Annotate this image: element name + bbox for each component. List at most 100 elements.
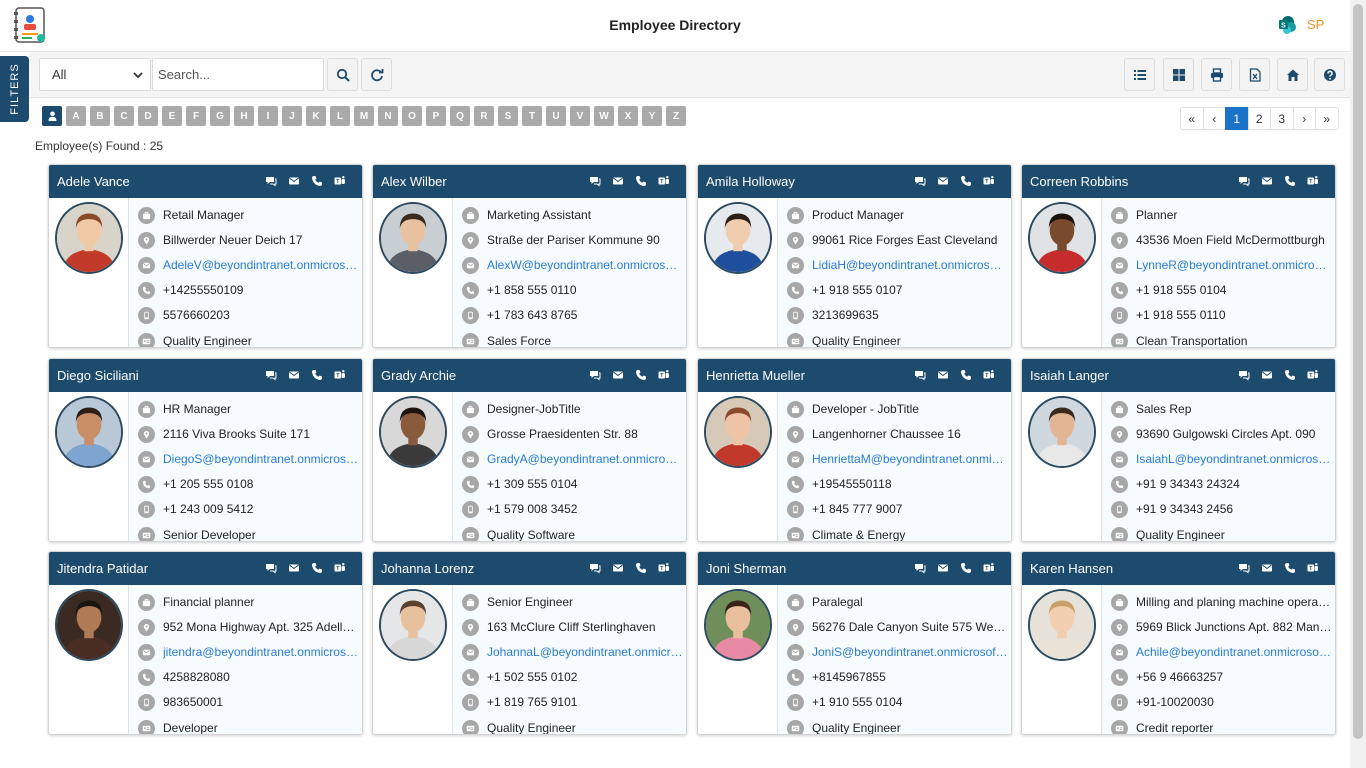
alpha-g-button[interactable]: G [210,106,230,126]
teams-icon[interactable]: T [334,562,346,574]
employee-name[interactable]: Henrietta Mueller [706,368,805,383]
email-text[interactable]: HenriettaM@beyondintranet.onmicrosoft.co… [812,452,1008,466]
alpha-m-button[interactable]: M [354,106,374,126]
print-button[interactable] [1201,58,1232,91]
teams-icon[interactable]: T [1307,369,1319,381]
mail-icon[interactable] [937,175,949,187]
alpha-f-button[interactable]: F [186,106,206,126]
page-last-button[interactable]: » [1315,107,1339,130]
call-icon[interactable] [635,369,647,381]
page-prev-button[interactable]: ‹ [1202,107,1226,130]
call-icon[interactable] [635,562,647,574]
scroll-thumb[interactable] [1353,4,1363,739]
email-text[interactable]: DiegoS@beyondintranet.onmicrosoft.com [163,452,359,466]
alpha-h-button[interactable]: H [234,106,254,126]
employee-name[interactable]: Jitendra Patidar [57,561,148,576]
teams-icon[interactable]: T [1307,562,1319,574]
alpha-j-button[interactable]: J [282,106,302,126]
alpha-p-button[interactable]: P [426,106,446,126]
refresh-button[interactable] [361,58,392,91]
chat-icon[interactable] [265,369,277,381]
employee-name[interactable]: Johanna Lorenz [381,561,474,576]
filter-select[interactable]: All [39,58,151,91]
alpha-e-button[interactable]: E [162,106,182,126]
alpha-o-button[interactable]: O [402,106,422,126]
chat-icon[interactable] [589,369,601,381]
mail-icon[interactable] [612,175,624,187]
mail-icon[interactable] [937,369,949,381]
employee-name[interactable]: Adele Vance [57,174,130,189]
export-excel-button[interactable] [1239,58,1270,91]
call-icon[interactable] [1284,175,1296,187]
call-icon[interactable] [311,175,323,187]
employee-name[interactable]: Diego Siciliani [57,368,139,383]
mail-icon[interactable] [1261,175,1273,187]
chat-icon[interactable] [265,562,277,574]
home-button[interactable] [1277,58,1308,91]
alpha-s-button[interactable]: S [498,106,518,126]
chat-icon[interactable] [265,175,277,187]
call-icon[interactable] [960,369,972,381]
teams-icon[interactable]: T [658,562,670,574]
alpha-d-button[interactable]: D [138,106,158,126]
call-icon[interactable] [1284,369,1296,381]
mail-icon[interactable] [1261,562,1273,574]
alpha-y-button[interactable]: Y [642,106,662,126]
alpha-r-button[interactable]: R [474,106,494,126]
teams-icon[interactable]: T [658,175,670,187]
alpha-q-button[interactable]: Q [450,106,470,126]
email-text[interactable]: jitendra@beyondintranet.onmicrosoft.com [163,645,359,659]
alpha-u-button[interactable]: U [546,106,566,126]
employee-name[interactable]: Karen Hansen [1030,561,1113,576]
search-input[interactable] [152,58,324,91]
email-text[interactable]: JohannaL@beyondintranet.onmicrosoft.com [487,645,683,659]
alpha-x-button[interactable]: X [618,106,638,126]
list-view-button[interactable] [1124,58,1155,91]
page-next-button[interactable]: › [1292,107,1316,130]
page-3-button[interactable]: 3 [1270,107,1294,130]
alpha-z-button[interactable]: Z [666,106,686,126]
email-text[interactable]: LynneR@beyondintranet.onmicrosoft.com [1136,258,1332,272]
chat-icon[interactable] [1238,562,1250,574]
mail-icon[interactable] [612,369,624,381]
alpha-n-button[interactable]: N [378,106,398,126]
help-button[interactable] [1314,58,1345,91]
email-text[interactable]: GradyA@beyondintranet.onmicrosoft.com [487,452,683,466]
teams-icon[interactable]: T [983,369,995,381]
teams-icon[interactable]: T [983,175,995,187]
alpha-i-button[interactable]: I [258,106,278,126]
chat-icon[interactable] [914,175,926,187]
chat-icon[interactable] [589,175,601,187]
employee-name[interactable]: Amila Holloway [706,174,795,189]
page-1-button[interactable]: 1 [1225,107,1249,130]
user-initials[interactable]: SP [1307,17,1324,32]
chat-icon[interactable] [1238,369,1250,381]
email-text[interactable]: JoniS@beyondintranet.onmicrosoft.com [812,645,1008,659]
mail-icon[interactable] [288,369,300,381]
chat-icon[interactable] [914,369,926,381]
chat-icon[interactable] [1238,175,1250,187]
alpha-a-button[interactable]: A [66,106,86,126]
call-icon[interactable] [1284,562,1296,574]
call-icon[interactable] [311,562,323,574]
page-first-button[interactable]: « [1180,107,1204,130]
teams-icon[interactable]: T [983,562,995,574]
call-icon[interactable] [960,562,972,574]
call-icon[interactable] [311,369,323,381]
mail-icon[interactable] [288,562,300,574]
sharepoint-icon[interactable]: S [1278,16,1296,34]
employee-name[interactable]: Correen Robbins [1030,174,1128,189]
filters-tab[interactable]: FILTERS [0,56,29,122]
email-text[interactable]: AdeleV@beyondintranet.onmicrosoft.com [163,258,359,272]
employee-name[interactable]: Joni Sherman [706,561,786,576]
email-text[interactable]: AlexW@beyondintranet.onmicrosoft.com [487,258,683,272]
alpha-t-button[interactable]: T [522,106,542,126]
mail-icon[interactable] [937,562,949,574]
page-2-button[interactable]: 2 [1247,107,1271,130]
alpha-c-button[interactable]: C [114,106,134,126]
search-button[interactable] [327,58,358,91]
alpha-l-button[interactable]: L [330,106,350,126]
call-icon[interactable] [960,175,972,187]
call-icon[interactable] [635,175,647,187]
teams-icon[interactable]: T [334,175,346,187]
